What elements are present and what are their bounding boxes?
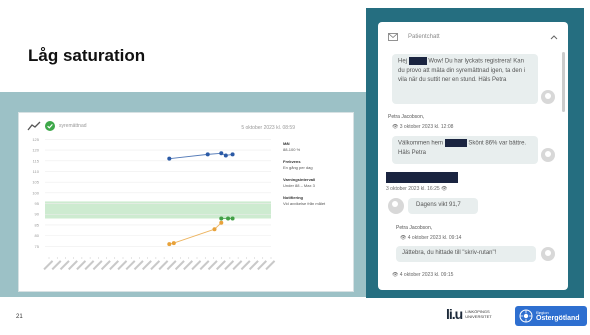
data-point (205, 152, 210, 157)
target-band (45, 201, 271, 219)
chat-bubble-outgoing: Jättebra, du hittade till "skriv-rutan"! (396, 246, 536, 262)
redacted-name (444, 139, 467, 147)
chat-bubble-outgoing: Välkommen hem Skönt 86% var bättre. Häls… (392, 136, 538, 164)
chevron-up-icon[interactable] (550, 34, 558, 40)
chat-scrollbar[interactable] (562, 52, 565, 112)
data-point (219, 220, 224, 225)
chat-title: Patientchatt (408, 34, 440, 40)
region-emblem-icon (519, 309, 533, 323)
y-tick-label: 85 (35, 222, 40, 227)
eye-icon: 👁 (392, 272, 399, 278)
chat-bubble-outgoing: Hej Wow! Du har lyckats registrera! Kan … (392, 54, 538, 104)
liu-text: LINKÖPINGS UNIVERSITET (465, 309, 491, 319)
liu-mark: li.u (446, 306, 463, 322)
y-tick-label: 100 (32, 190, 39, 195)
data-point (226, 216, 231, 221)
data-point (219, 216, 224, 221)
redacted-name (408, 57, 427, 65)
message-sender: Petra Jacobson, (396, 225, 433, 231)
message-text: Hej (398, 58, 408, 65)
info-value: En gång per dag (283, 165, 313, 170)
message-meta: 👁 4 oktober 2023 kl. 09:15 (392, 272, 453, 278)
saturation-plot: 75 80 85 90 95 100 105 110 115 120 125 (32, 137, 276, 271)
y-tick-label: 105 (32, 180, 39, 185)
eye-icon: 👁 (392, 124, 399, 130)
y-tick-label: 115 (33, 158, 40, 163)
liu-text-line: UNIVERSITET (465, 314, 492, 319)
message-time: 4 oktober 2023 kl. 09:15 (399, 272, 454, 278)
message-time: 3 oktober 2023 kl. 16:25 (386, 186, 440, 192)
slide-number: 21 (16, 314, 23, 320)
y-tick-label: 110 (33, 169, 40, 174)
avatar (541, 247, 555, 261)
message-meta: 👁 3 oktober 2023 kl. 12:08 (392, 124, 453, 130)
mail-icon (388, 33, 398, 41)
region-ostergotland-logo: Region Östergötland (515, 306, 587, 326)
message-text: Välkommen hem (398, 140, 444, 147)
chart-card: syremättnad 5 oktober 2023 kl. 08:59 75 8… (18, 112, 354, 292)
slide-title: Låg saturation (28, 46, 146, 65)
info-block-frequency: Frekvens En gång per dag (283, 159, 349, 171)
data-point (167, 242, 172, 247)
region-text: Region Östergötland (536, 310, 580, 322)
info-block-notification: Notifiering Vid avvikelse från målet (283, 195, 349, 207)
info-block-target: Mål 88-100 % (283, 141, 349, 153)
info-value: Under 88 – Max 3 (283, 183, 315, 188)
y-tick-label: 125 (32, 137, 39, 142)
chart-side-info: Mål 88-100 % Frekvens En gång per dag Va… (283, 141, 349, 213)
y-tick-label: 95 (35, 201, 40, 206)
eye-icon: 👁 (441, 186, 448, 192)
data-point (212, 227, 217, 232)
chat-bubble-incoming: Dagens vikt 91,7 (408, 198, 478, 214)
chat-header[interactable]: Patientchatt (378, 22, 568, 52)
y-tick-label: 120 (32, 148, 39, 153)
series-line (169, 222, 222, 245)
message-time: 3 oktober 2023 kl. 12:08 (399, 124, 454, 130)
avatar (541, 90, 555, 104)
info-value: 88-100 % (283, 147, 301, 152)
info-value: Vid avvikelse från målet (283, 201, 326, 206)
y-tick-label: 90 (35, 212, 40, 217)
patient-chat-panel: Patientchatt Hej Wow! Du har lyckats reg… (378, 22, 568, 290)
message-text: Dagens vikt 91,7 (416, 202, 461, 208)
avatar (541, 148, 555, 162)
message-meta: 👁 4 oktober 2023 kl. 09:14 (400, 235, 461, 241)
region-name: Östergötland (536, 315, 580, 322)
message-time: 4 oktober 2023 kl. 09:14 (407, 235, 462, 241)
data-point (230, 216, 235, 221)
eye-icon: 👁 (400, 235, 407, 241)
avatar (388, 198, 404, 214)
message-sender: Petra Jacobson, (388, 114, 425, 120)
liu-logo: li.u LINKÖPINGS UNIVERSITET (446, 306, 492, 322)
y-tick-label: 80 (35, 233, 40, 238)
data-point (223, 153, 228, 158)
message-text: Jättebra, du hittade till "skriv-rutan"! (402, 250, 497, 256)
y-tick-label: 75 (35, 244, 40, 249)
redacted-sender (386, 172, 458, 183)
slide: Låg saturation syremättnad 5 oktober 202… (0, 0, 590, 335)
data-point (167, 156, 172, 161)
data-point (219, 151, 224, 156)
message-meta: 3 oktober 2023 kl. 16:25 👁 (386, 186, 447, 192)
data-point (171, 241, 176, 246)
data-point (230, 152, 235, 157)
info-block-warning: Varningsintervall Under 88 – Max 3 (283, 177, 349, 189)
